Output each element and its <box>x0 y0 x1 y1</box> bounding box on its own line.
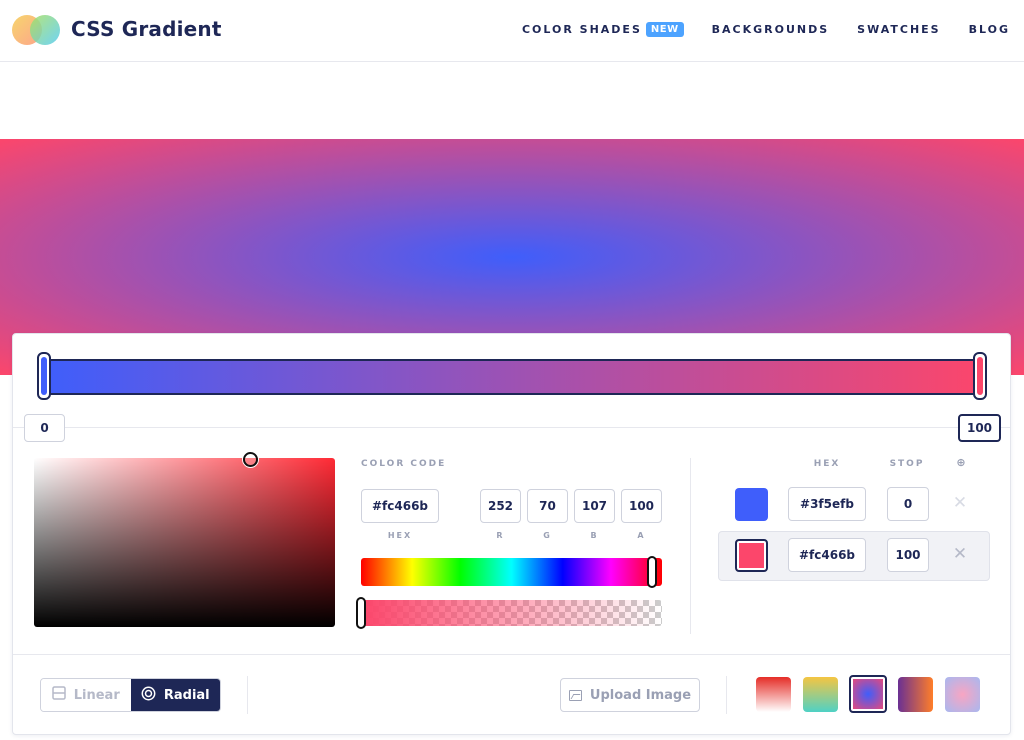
stop-position-start[interactable]: 0 <box>24 414 65 442</box>
divider <box>13 427 1010 428</box>
red-input[interactable]: 252 <box>480 489 521 523</box>
brand-title[interactable]: CSS Gradient <box>71 17 222 41</box>
stop-row[interactable]: #3f5efb 0 ✕ <box>718 480 990 530</box>
radial-label: Radial <box>163 687 210 703</box>
divider <box>726 676 727 714</box>
stop-hex-input[interactable]: #3f5efb <box>788 487 866 521</box>
blue-caption: B <box>590 531 599 540</box>
stop-position-input[interactable]: 0 <box>887 487 929 521</box>
preset-swatch-purple-orange[interactable] <box>898 677 933 712</box>
green-input[interactable]: 70 <box>527 489 568 523</box>
radial-icon <box>141 686 156 705</box>
radial-button[interactable]: Radial <box>130 679 220 711</box>
alpha-input[interactable]: 100 <box>621 489 662 523</box>
gradient-type-toggle: Linear Radial <box>40 678 221 712</box>
remove-stop-icon[interactable]: ✕ <box>949 492 971 514</box>
divider <box>247 676 248 714</box>
new-badge: NEW <box>645 22 684 37</box>
remove-stop-icon[interactable]: ✕ <box>949 543 971 565</box>
nav-blog[interactable]: BLOG <box>969 23 1010 36</box>
top-header: CSS Gradient COLOR SHADES NEW BACKGROUND… <box>0 0 1024 62</box>
linear-button[interactable]: Linear <box>41 679 131 711</box>
red-caption: R <box>496 531 505 540</box>
stop-row-selected[interactable]: #fc466b 100 ✕ <box>718 531 990 581</box>
nav-color-shades-label: COLOR SHADES <box>521 23 642 36</box>
linear-icon <box>52 686 66 704</box>
saturation-value-picker[interactable] <box>34 458 335 627</box>
stop-position-end[interactable]: 100 <box>958 414 1001 442</box>
green-caption: G <box>543 531 552 540</box>
preset-swatch-red-white[interactable] <box>756 677 791 712</box>
stop-position-input[interactable]: 100 <box>887 538 929 572</box>
nav-color-shades[interactable]: COLOR SHADES NEW <box>522 22 684 37</box>
image-icon <box>568 689 582 701</box>
nav-backgrounds[interactable]: BACKGROUNDS <box>712 23 830 36</box>
blue-input[interactable]: 107 <box>574 489 615 523</box>
alpha-slider[interactable] <box>361 600 662 626</box>
nav-swatches[interactable]: SWATCHES <box>857 23 940 36</box>
picker-cursor[interactable] <box>243 452 258 467</box>
stops-hex-header: HEX <box>813 459 841 469</box>
preset-swatch-blue-pink[interactable] <box>849 675 887 713</box>
hex-input[interactable]: #fc466b <box>361 489 439 523</box>
alpha-slider-handle[interactable] <box>356 597 366 629</box>
gradient-editor-panel: 0 100 COLOR CODE #fc466b HEX 252 R 70 G … <box>12 333 1011 735</box>
stop-hex-input[interactable]: #fc466b <box>788 538 866 572</box>
hex-caption: HEX <box>387 531 413 540</box>
alpha-caption: A <box>637 531 646 540</box>
stop-color-swatch[interactable] <box>735 539 768 572</box>
color-code-label: COLOR CODE <box>361 459 447 469</box>
stop-handle-start[interactable] <box>37 352 51 400</box>
hue-slider-handle[interactable] <box>647 556 657 588</box>
hue-slider[interactable] <box>361 558 662 586</box>
preset-swatch-yellow-teal[interactable] <box>803 677 838 712</box>
main-nav: COLOR SHADES NEW BACKGROUNDS SWATCHES BL… <box>494 22 1010 37</box>
stops-stop-header: STOP <box>889 459 925 469</box>
divider <box>13 654 1010 655</box>
stop-color-swatch[interactable] <box>735 488 768 521</box>
linear-label: Linear <box>73 687 120 703</box>
preset-swatch-lavender-pink[interactable] <box>945 677 980 712</box>
stop-handle-end[interactable] <box>973 352 987 400</box>
gradient-stops-bar[interactable] <box>44 359 987 395</box>
upload-image-button[interactable]: Upload Image <box>560 678 700 712</box>
divider <box>690 458 691 634</box>
upload-image-label: Upload Image <box>589 687 692 703</box>
logo-icon[interactable] <box>12 15 62 45</box>
add-stop-icon[interactable]: ⊕ <box>950 456 972 469</box>
